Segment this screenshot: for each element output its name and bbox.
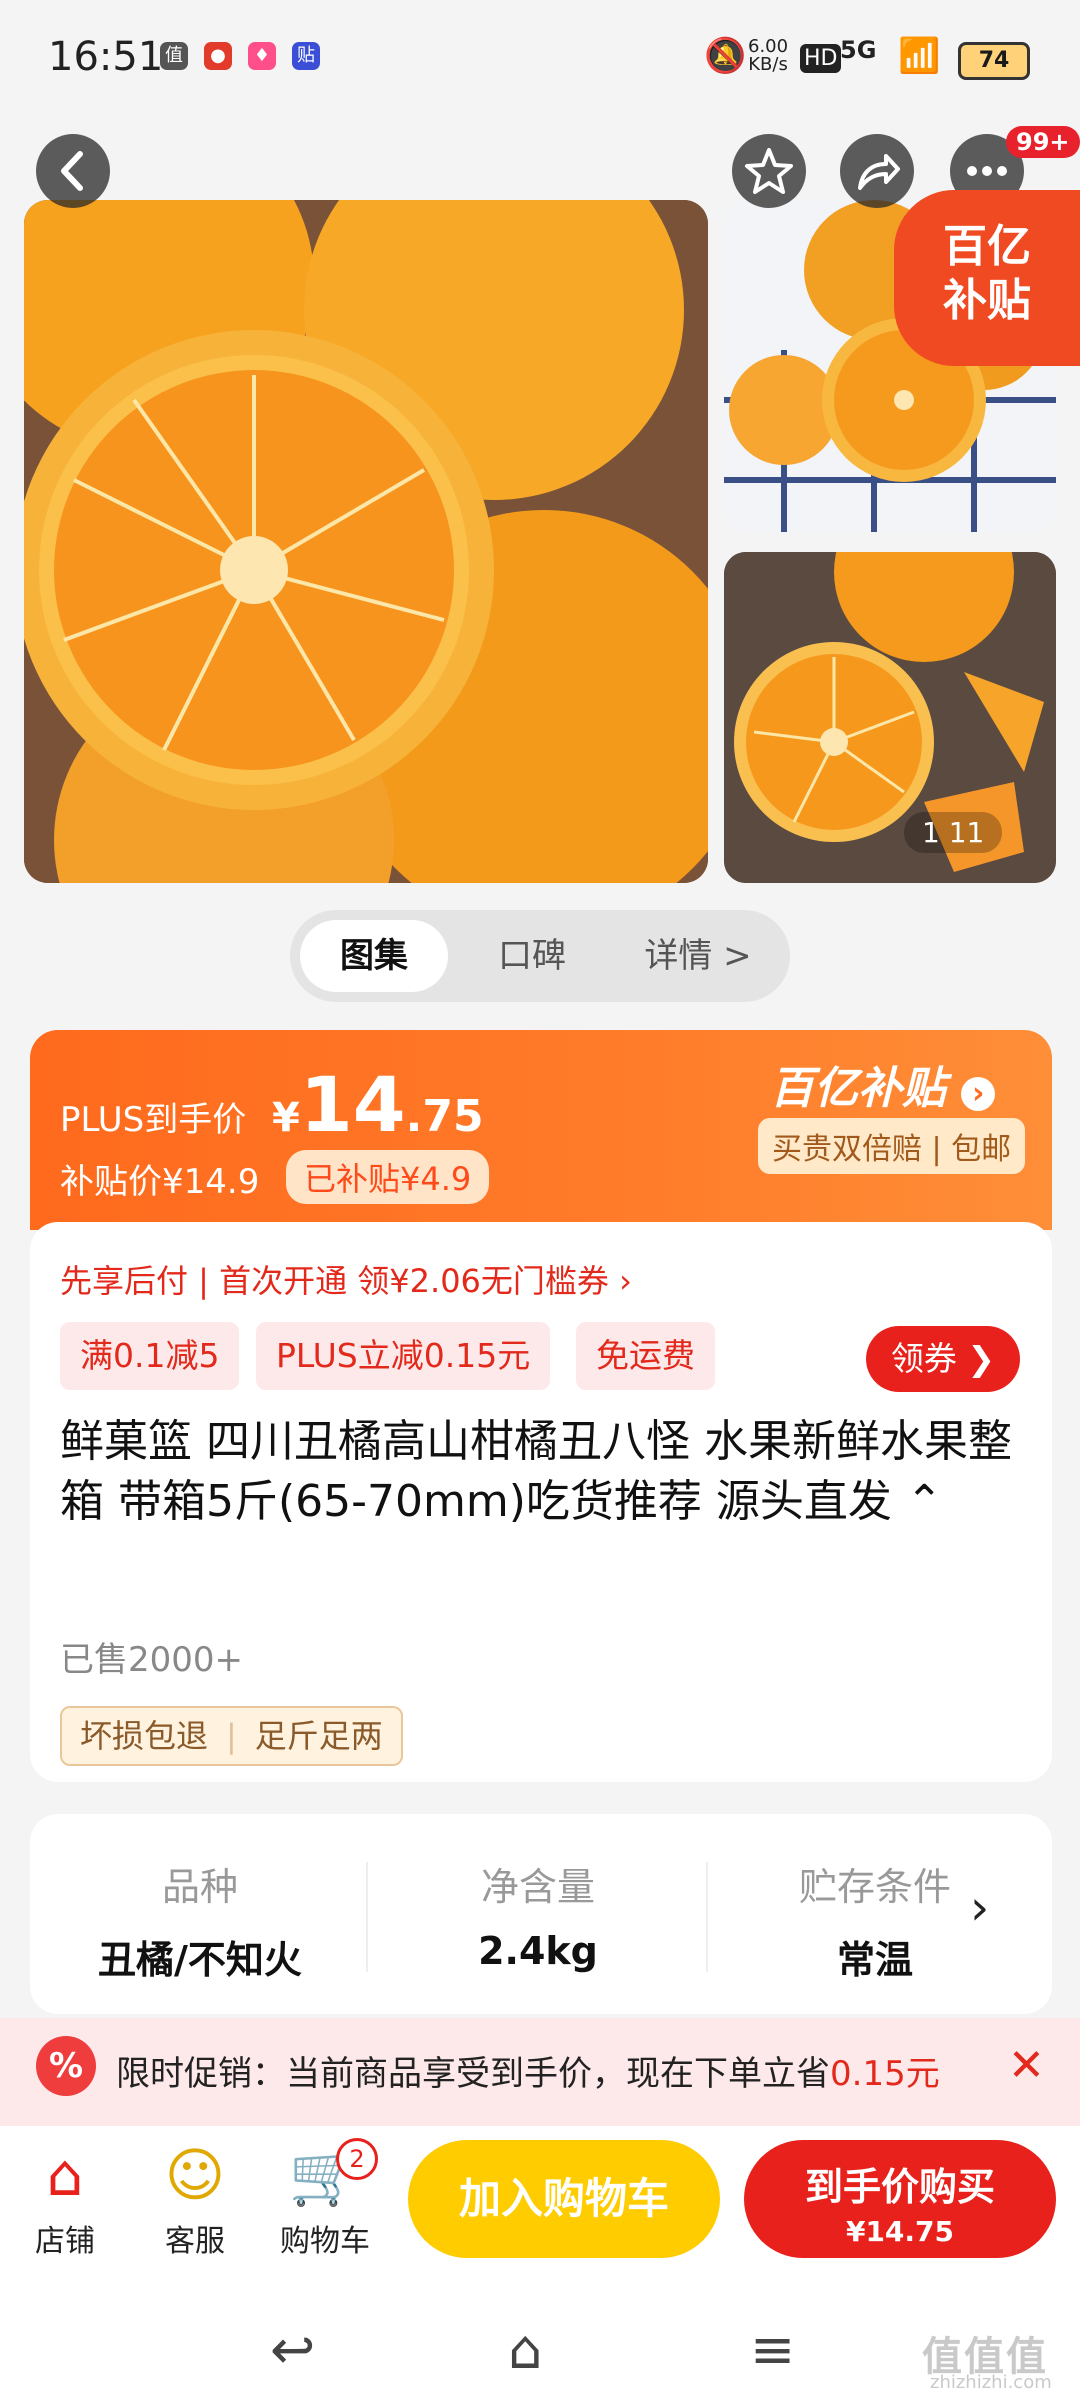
back-nav-icon[interactable]: ↩ [270, 2318, 315, 2381]
hd-icon: HD [800, 44, 842, 73]
service-tag: 坏损包退 [80, 1717, 209, 1755]
wifi-icon: 📶 [898, 36, 941, 76]
chevron-right-icon[interactable]: › [970, 1880, 989, 1936]
network-type: 5G [840, 36, 877, 64]
sold-count: 已售2000+ [60, 1640, 244, 1680]
menu-nav-icon[interactable]: ≡ [750, 2318, 795, 2381]
product-main-image[interactable] [24, 200, 708, 883]
divider: | [226, 1717, 237, 1755]
subsidy-price: 补贴价¥14.9 [60, 1162, 260, 1202]
close-icon[interactable]: ✕ [1008, 2040, 1045, 2091]
percent-icon: % [36, 2036, 96, 2096]
share-icon [858, 154, 900, 190]
star-icon [745, 148, 793, 194]
tab-reviews[interactable]: 口碑 [458, 920, 606, 992]
spec-item: 净含量 2.4kg [478, 1865, 598, 1973]
app-notification-icon: ● [204, 42, 232, 70]
subsidy-logo[interactable]: 百亿补贴 › [770, 1052, 996, 1116]
app-notification-icon: 值 [160, 42, 188, 70]
divider [366, 1862, 368, 1972]
app-notification-icon: 贴 [292, 42, 320, 70]
app-notification-icon: ♦ [248, 42, 276, 70]
promo-text: 限时促销：当前商品享受到手价，现在下单立省0.15元 [116, 2054, 940, 2094]
cart-count-badge: 2 [336, 2138, 378, 2180]
chevron-right-icon: › [961, 1077, 996, 1111]
divider [706, 1862, 708, 1972]
promo-chip: 满0.1减5 [60, 1322, 240, 1390]
tab-details[interactable]: 详情 > [616, 920, 780, 992]
battery-indicator: 74 [958, 42, 1030, 80]
spec-item: 品种 丑橘/不知火 [98, 1865, 302, 1982]
product-thumbnail[interactable] [724, 552, 1056, 883]
customer-service-button[interactable]: ☺ 客服 [140, 2140, 250, 2260]
favorite-button[interactable] [732, 134, 806, 208]
subsidy-tag: 百亿 补贴 [894, 190, 1080, 366]
chat-icon: ☺ [164, 2141, 226, 2209]
tab-gallery[interactable]: 图集 [300, 920, 448, 992]
back-button[interactable] [36, 134, 110, 208]
service-tags[interactable]: 坏损包退 | 足斤足两 [60, 1706, 403, 1766]
gallery-tabs: 图集 口碑 详情 > [290, 910, 790, 1002]
subsidy-amount-chip: 已补贴¥4.9 [286, 1150, 490, 1204]
share-button[interactable] [840, 134, 914, 208]
mute-icon: 🔕 [704, 36, 747, 76]
plus-price-label: PLUS到手价 [60, 1100, 247, 1140]
product-title[interactable]: 鲜菓篮 四川丑橘高山柑橘丑八怪 水果新鲜水果整箱 带箱5斤(65-70mm)吃货… [60, 1412, 1020, 1532]
image-pager: 1 11 [904, 812, 1003, 853]
network-speed: 6.00 KB/s [748, 36, 789, 75]
pay-later-promo[interactable]: 先享后付 | 首次开通 领¥2.06无门槛券 › [60, 1256, 632, 1302]
message-count-badge: 99+ [1006, 126, 1080, 158]
watermark-domain: zhizhizhi.com [930, 2372, 1052, 2393]
promo-chip: 免运费 [576, 1322, 715, 1390]
final-price: ¥14.75 [272, 1060, 484, 1149]
home-nav-icon[interactable]: ⌂ [508, 2318, 542, 2381]
subsidy-guarantee: 买贵双倍赔 | 包邮 [758, 1118, 1026, 1174]
add-to-cart-button[interactable]: 加入购物车 [408, 2140, 720, 2258]
chevron-left-icon [61, 151, 83, 191]
promo-chip: PLUS立减0.15元 [256, 1322, 551, 1390]
status-time: 16:51 [48, 34, 164, 80]
service-tag: 足斤足两 [254, 1717, 383, 1755]
shop-button[interactable]: ⌂ 店铺 [10, 2140, 120, 2260]
chevron-right-icon: ❯ [967, 1339, 996, 1378]
buy-now-button[interactable]: 到手价购买 ¥14.75 [744, 2140, 1056, 2258]
store-icon: ⌂ [46, 2141, 84, 2209]
get-coupon-button[interactable]: 领券 ❯ [866, 1326, 1020, 1392]
